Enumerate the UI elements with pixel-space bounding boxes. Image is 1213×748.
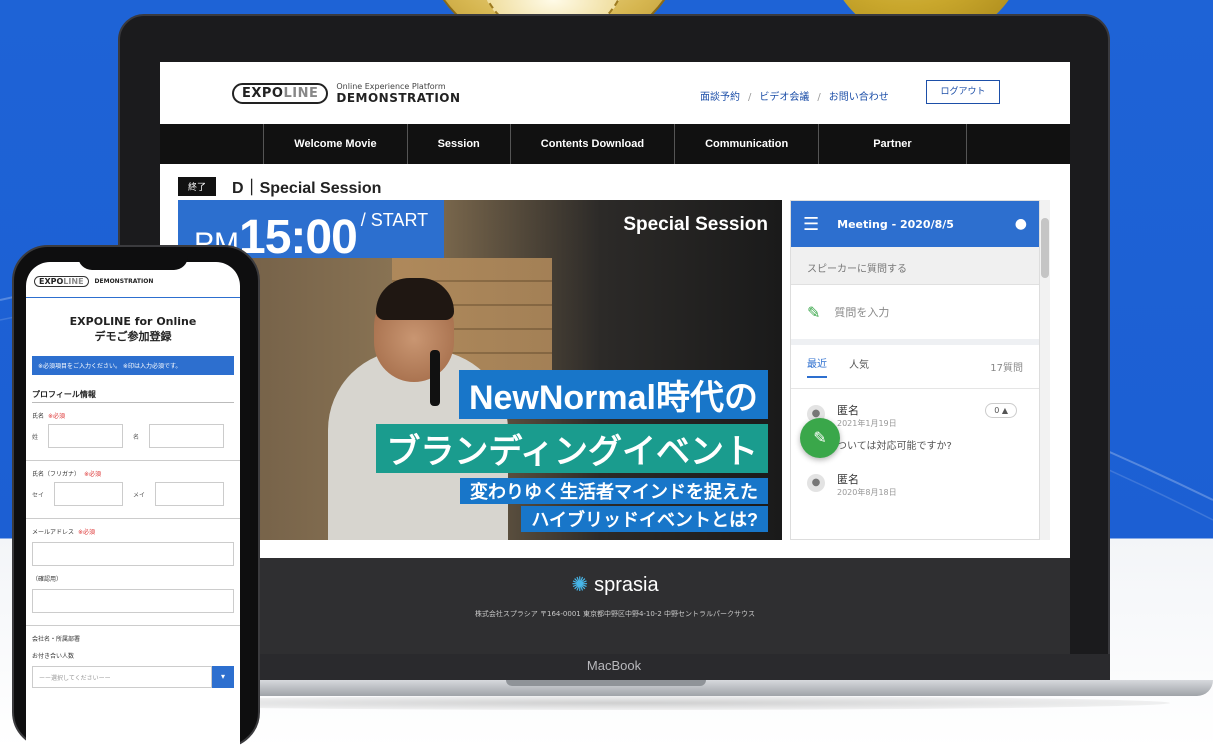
header-link-contact[interactable]: お問い合わせ <box>829 92 889 103</box>
label-email: メールアドレス ※必須 <box>32 529 96 536</box>
nav-welcome-movie[interactable]: Welcome Movie <box>263 124 406 164</box>
site-header: EXPOLINE Online Experience Platform DEMO… <box>160 62 1070 124</box>
qa-scrollbar[interactable] <box>1040 200 1050 540</box>
video-brand-title: Special Session <box>623 214 768 235</box>
email-field[interactable] <box>32 542 234 566</box>
logo-mark: EXPOLINE <box>232 83 329 104</box>
main-nav: Welcome Movie Session Contents Download … <box>160 124 1070 164</box>
video-caption-2: ブランディングイベント <box>376 424 768 473</box>
divider <box>26 460 240 461</box>
name-row: 姓 名 <box>32 424 234 448</box>
last-kana-field[interactable] <box>54 482 123 506</box>
session-title: D｜Special Session <box>232 180 382 197</box>
qa-tabs: 最近 人気 17質問 <box>791 345 1039 389</box>
tab-popular[interactable]: 人気 <box>849 356 869 377</box>
like-count: 0 <box>994 406 1000 415</box>
video-caption-4: ハイブリッドイベントとは? <box>521 506 768 532</box>
participants-select[interactable]: ーー選択してくださいーー ▾ <box>32 666 234 688</box>
header-link-video[interactable]: ビデオ会議 <box>759 92 809 103</box>
question-item: ● 匿名 2020年8月18日 <box>791 458 1039 504</box>
time-value: 15:00 <box>239 211 358 264</box>
phone-notch <box>78 250 188 270</box>
label-email-confirm: （確認用） <box>32 576 63 583</box>
divider <box>26 625 240 626</box>
qa-title: Meeting - 2020/8/5 <box>837 217 954 231</box>
question-author: 匿名 <box>837 404 859 417</box>
logo-tagline: Online Experience Platform <box>336 82 446 91</box>
phone-section-profile: プロフィール情報 <box>32 389 234 403</box>
chevron-down-icon: ▾ <box>212 666 234 688</box>
select-value: ーー選択してくださいーー <box>32 666 212 688</box>
first-name-label: 名 <box>133 433 140 441</box>
site-logo[interactable]: EXPOLINE Online Experience Platform DEMO… <box>232 82 461 105</box>
site-footer: ✺ sprasia 株式会社スプラシア 〒164-0001 東京都中野区中野4-1… <box>160 558 1070 654</box>
edit-icon: ✎ <box>807 302 821 322</box>
video-caption-3: 変わりゆく生活者マインドを捉えた <box>460 478 768 504</box>
footer-brand: ✺ sprasia <box>160 572 1070 597</box>
last-name-field[interactable] <box>48 424 123 448</box>
last-name-label: 姓 <box>32 433 39 441</box>
label-participants: お付き合い人数 <box>32 653 75 660</box>
phone-title-line2: デモご参加登録 <box>94 330 172 343</box>
header-links: 面談予約 / ビデオ会議 / お問い合わせ <box>700 92 889 103</box>
first-kana-field[interactable] <box>155 482 224 506</box>
divider <box>26 518 240 519</box>
laptop-screen: EXPOLINE Online Experience Platform DEMO… <box>160 62 1070 654</box>
logo-text: Online Experience Platform DEMONSTRATION <box>336 82 460 105</box>
nav-contents-download[interactable]: Contents Download <box>509 124 674 164</box>
qa-header: ☰ Meeting - 2020/8/5 ● <box>791 201 1039 247</box>
first-name-field[interactable] <box>149 424 224 448</box>
phone-logo: EXPOLINE DEMONSTRATION <box>34 276 240 287</box>
sprasia-logo-icon: ✺ <box>571 574 589 596</box>
question-date: 2021年1月19日 <box>837 419 897 428</box>
qa-subheader: スピーカーに質問する <box>791 247 1039 285</box>
first-kana-label: メイ <box>133 491 146 499</box>
question-count: 17質問 <box>990 363 1023 374</box>
label-company: 会社名・所属部署 <box>32 636 81 643</box>
time-suffix: / START <box>360 210 429 230</box>
microphone <box>430 350 440 406</box>
logo-name: DEMONSTRATION <box>336 91 461 105</box>
question-input[interactable]: ✎ 質問を入力 <box>791 285 1039 345</box>
nav-session[interactable]: Session <box>406 124 510 164</box>
avatar: ● <box>807 474 825 492</box>
last-kana-label: セイ <box>32 491 45 499</box>
compose-question-fab[interactable]: ✎ <box>800 418 840 458</box>
session-header: 終了 D｜Special Session <box>178 174 381 198</box>
phone-title-line1: EXPOLINE for Online <box>69 315 197 328</box>
video-caption-1: NewNormal時代の <box>458 370 768 419</box>
question-date: 2020年8月18日 <box>837 488 897 497</box>
status-badge: 終了 <box>178 176 217 196</box>
menu-icon[interactable]: ☰ <box>803 214 819 235</box>
footer-address: 株式会社スプラシア 〒164-0001 東京都中野区中野4-10-2 中野セント… <box>474 610 756 618</box>
qa-panel: ☰ Meeting - 2020/8/5 ● スピーカーに質問する ✎ 質問を入… <box>790 200 1040 540</box>
phone-header-line <box>26 297 240 298</box>
label-name: 氏名 ※必須 <box>32 413 66 420</box>
laptop-notch <box>506 680 706 686</box>
laptop-brand-label: MacBook <box>586 658 642 673</box>
footer-brand-name: sprasia <box>594 574 659 596</box>
like-button[interactable]: 0 ▲ <box>985 403 1017 418</box>
thumbs-up-icon: ▲ <box>1001 406 1008 415</box>
phone-screen: EXPOLINE DEMONSTRATION EXPOLINE for Onli… <box>26 262 240 748</box>
phone-form-note: ※必須項目をご入力ください。 ※印は入力必須です。 <box>32 356 234 375</box>
qa-scrollbar-thumb[interactable] <box>1041 218 1049 278</box>
user-icon[interactable]: ● <box>1015 216 1027 232</box>
kana-row: セイ メイ <box>32 482 234 506</box>
phone-logo-sub: DEMONSTRATION <box>94 278 154 285</box>
phone-form-title: EXPOLINE for Online デモご参加登録 <box>26 314 240 344</box>
header-link-meeting[interactable]: 面談予約 <box>700 92 740 103</box>
phone-logo-mark: EXPOLINE <box>34 276 89 287</box>
nav-communication[interactable]: Communication <box>674 124 818 164</box>
label-kana: 氏名（フリガナ） ※必須 <box>32 471 102 478</box>
video-player[interactable]: PM15:00/ START Special Session NewNormal… <box>178 200 782 540</box>
question-author: 匿名 <box>837 473 859 486</box>
edit-icon: ✎ <box>813 428 827 447</box>
email-confirm-field[interactable] <box>32 589 234 613</box>
question-input-placeholder: 質問を入力 <box>834 306 890 319</box>
logout-button[interactable]: ログアウト <box>926 80 1000 104</box>
tab-recent[interactable]: 最近 <box>807 355 827 378</box>
nav-partner[interactable]: Partner <box>818 124 967 164</box>
